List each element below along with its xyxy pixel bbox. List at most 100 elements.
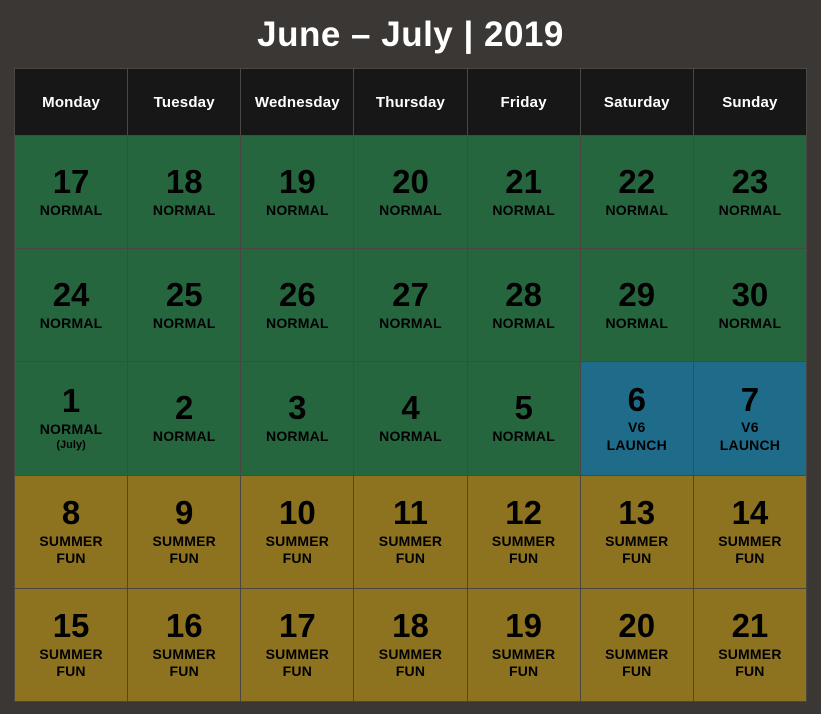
page-title: June – July | 2019 [257, 14, 564, 54]
weekday-header-label: Monday [42, 93, 100, 111]
calendar-day-cell[interactable]: 16 SUMMER FUN [128, 588, 241, 702]
day-number: 21 [731, 607, 769, 645]
day-number: 19 [278, 163, 316, 201]
day-number: 18 [165, 163, 203, 201]
calendar-day-cell[interactable]: 14 SUMMER FUN [693, 475, 806, 588]
calendar-day-cell[interactable]: 20 NORMAL [354, 136, 467, 249]
calendar-week-row: 17 NORMAL 18 NORMAL 19 NORMAL 20 NORMAL 21 NORMAL… [15, 136, 806, 249]
calendar-day-cell[interactable]: 4 NORMAL [354, 362, 467, 475]
day-number: 17 [52, 163, 90, 201]
calendar-day-cell[interactable]: 20 SUMMER FUN [580, 588, 693, 702]
day-status-label: NORMAL [492, 201, 555, 218]
weekday-header-cell: Saturday [580, 69, 693, 135]
day-number: 27 [392, 276, 429, 314]
calendar-day-cell[interactable]: 12 SUMMER FUN [467, 475, 580, 588]
calendar-day-cell[interactable]: 17 SUMMER FUN [241, 588, 354, 702]
calendar-day-cell[interactable]: 7 V6 LAUNCH [693, 362, 806, 475]
day-status-label: NORMAL [266, 314, 329, 331]
weekday-header-cell: Sunday [693, 69, 806, 135]
day-status-label: SUMMER FUN [605, 645, 669, 680]
calendar-day-cell[interactable]: 27 NORMAL [354, 249, 467, 362]
weekday-header-cell: Friday [467, 69, 580, 135]
calendar-day-cell[interactable]: 18 SUMMER FUN [354, 588, 467, 702]
calendar-week-list: 17 NORMAL 18 NORMAL 19 NORMAL 20 NORMAL 21 NORMAL… [15, 136, 806, 702]
day-status-label: SUMMER FUN [265, 645, 330, 680]
day-status-label: NORMAL [605, 314, 669, 331]
weekday-header-cell: Tuesday [128, 69, 241, 135]
day-number: 16 [165, 607, 203, 645]
calendar-week-row: 1 NORMAL (July) 2 NORMAL 3 NORMAL 4 NORMAL 5 NORMA… [15, 362, 806, 475]
weekday-header-label: Sunday [722, 93, 778, 111]
day-number: 2 [175, 389, 194, 427]
day-number: 17 [278, 607, 316, 645]
calendar-day-cell[interactable]: 21 SUMMER FUN [693, 588, 806, 702]
day-status-label: SUMMER FUN [378, 532, 443, 567]
calendar-day-cell[interactable]: 9 SUMMER FUN [128, 475, 241, 588]
day-number: 3 [288, 389, 307, 427]
day-status-label: NORMAL [152, 428, 216, 445]
calendar-day-cell[interactable]: 22 NORMAL [580, 136, 693, 249]
calendar-day-cell[interactable]: 13 SUMMER FUN [580, 475, 693, 588]
calendar-day-cell[interactable]: 1 NORMAL (July) [15, 362, 128, 475]
calendar-week-row: 15 SUMMER FUN 16 SUMMER FUN 17 SUMMER FUN 18 SU… [15, 588, 806, 702]
day-status-label: SUMMER FUN [152, 645, 216, 680]
calendar-day-cell[interactable]: 3 NORMAL [241, 362, 354, 475]
calendar-day-cell[interactable]: 10 SUMMER FUN [241, 475, 354, 588]
day-status-label: NORMAL [39, 201, 103, 218]
day-number: 15 [52, 607, 90, 645]
day-status-label: SUMMER FUN [378, 645, 443, 680]
day-status-label: NORMAL [492, 428, 555, 445]
day-status-label: NORMAL [152, 201, 216, 218]
calendar-day-cell[interactable]: 17 NORMAL [15, 136, 128, 249]
day-status-label: NORMAL [718, 201, 782, 218]
day-status-label: NORMAL [266, 201, 329, 218]
calendar-day-cell[interactable]: 2 NORMAL [128, 362, 241, 475]
calendar-day-cell[interactable]: 25 NORMAL [128, 249, 241, 362]
calendar-day-cell[interactable]: 11 SUMMER FUN [354, 475, 467, 588]
day-number: 4 [401, 389, 420, 427]
day-status-label: NORMAL [605, 201, 669, 218]
day-status-label: SUMMER FUN [718, 645, 782, 680]
calendar-day-cell[interactable]: 8 SUMMER FUN [15, 475, 128, 588]
day-status-label: SUMMER FUN [491, 645, 556, 680]
day-number: 26 [278, 276, 316, 314]
day-number: 18 [392, 607, 429, 645]
day-number: 12 [505, 493, 542, 531]
calendar-day-cell[interactable]: 5 NORMAL [467, 362, 580, 475]
day-status-label: SUMMER FUN [39, 532, 103, 567]
weekday-header-label: Saturday [603, 93, 670, 111]
day-status-label: SUMMER FUN [605, 532, 669, 567]
calendar-day-cell[interactable]: 23 NORMAL [693, 136, 806, 249]
calendar-day-cell[interactable]: 26 NORMAL [241, 249, 354, 362]
calendar-title-bar: June – July | 2019 [0, 0, 821, 68]
day-number: 20 [392, 163, 429, 201]
day-status-label: V6 LAUNCH [719, 419, 781, 453]
calendar-day-cell[interactable]: 6 V6 LAUNCH [580, 362, 693, 475]
day-number: 14 [731, 493, 769, 531]
calendar-day-cell[interactable]: 28 NORMAL [467, 249, 580, 362]
calendar-day-cell[interactable]: 15 SUMMER FUN [15, 588, 128, 702]
calendar-day-cell[interactable]: 19 SUMMER FUN [467, 588, 580, 702]
calendar-day-cell[interactable]: 19 NORMAL [241, 136, 354, 249]
day-status-label: SUMMER FUN [265, 532, 330, 567]
day-number: 28 [505, 276, 542, 314]
day-number: 21 [505, 163, 542, 201]
calendar-day-cell[interactable]: 29 NORMAL [580, 249, 693, 362]
day-number: 10 [278, 493, 316, 531]
calendar-day-cell[interactable]: 18 NORMAL [128, 136, 241, 249]
calendar-week-row: 24 NORMAL 25 NORMAL 26 NORMAL 27 NORMAL 28 NORMAL… [15, 249, 806, 362]
calendar-week-row: 8 SUMMER FUN 9 SUMMER FUN 10 SUMMER FUN 11 SUMM… [15, 475, 806, 588]
day-status-label: NORMAL [266, 428, 329, 445]
calendar-day-cell[interactable]: 24 NORMAL [15, 249, 128, 362]
day-number: 23 [731, 163, 769, 201]
day-status-label: NORMAL [379, 201, 442, 218]
calendar-day-cell[interactable]: 30 NORMAL [693, 249, 806, 362]
weekday-header-cell: Thursday [354, 69, 467, 135]
day-status-label: NORMAL [379, 314, 442, 331]
day-number: 5 [514, 389, 533, 427]
day-number: 29 [618, 276, 656, 314]
day-status-label: NORMAL [718, 314, 782, 331]
calendar-day-cell[interactable]: 21 NORMAL [467, 136, 580, 249]
day-number: 24 [52, 276, 90, 314]
day-status-label: SUMMER FUN [491, 532, 556, 567]
